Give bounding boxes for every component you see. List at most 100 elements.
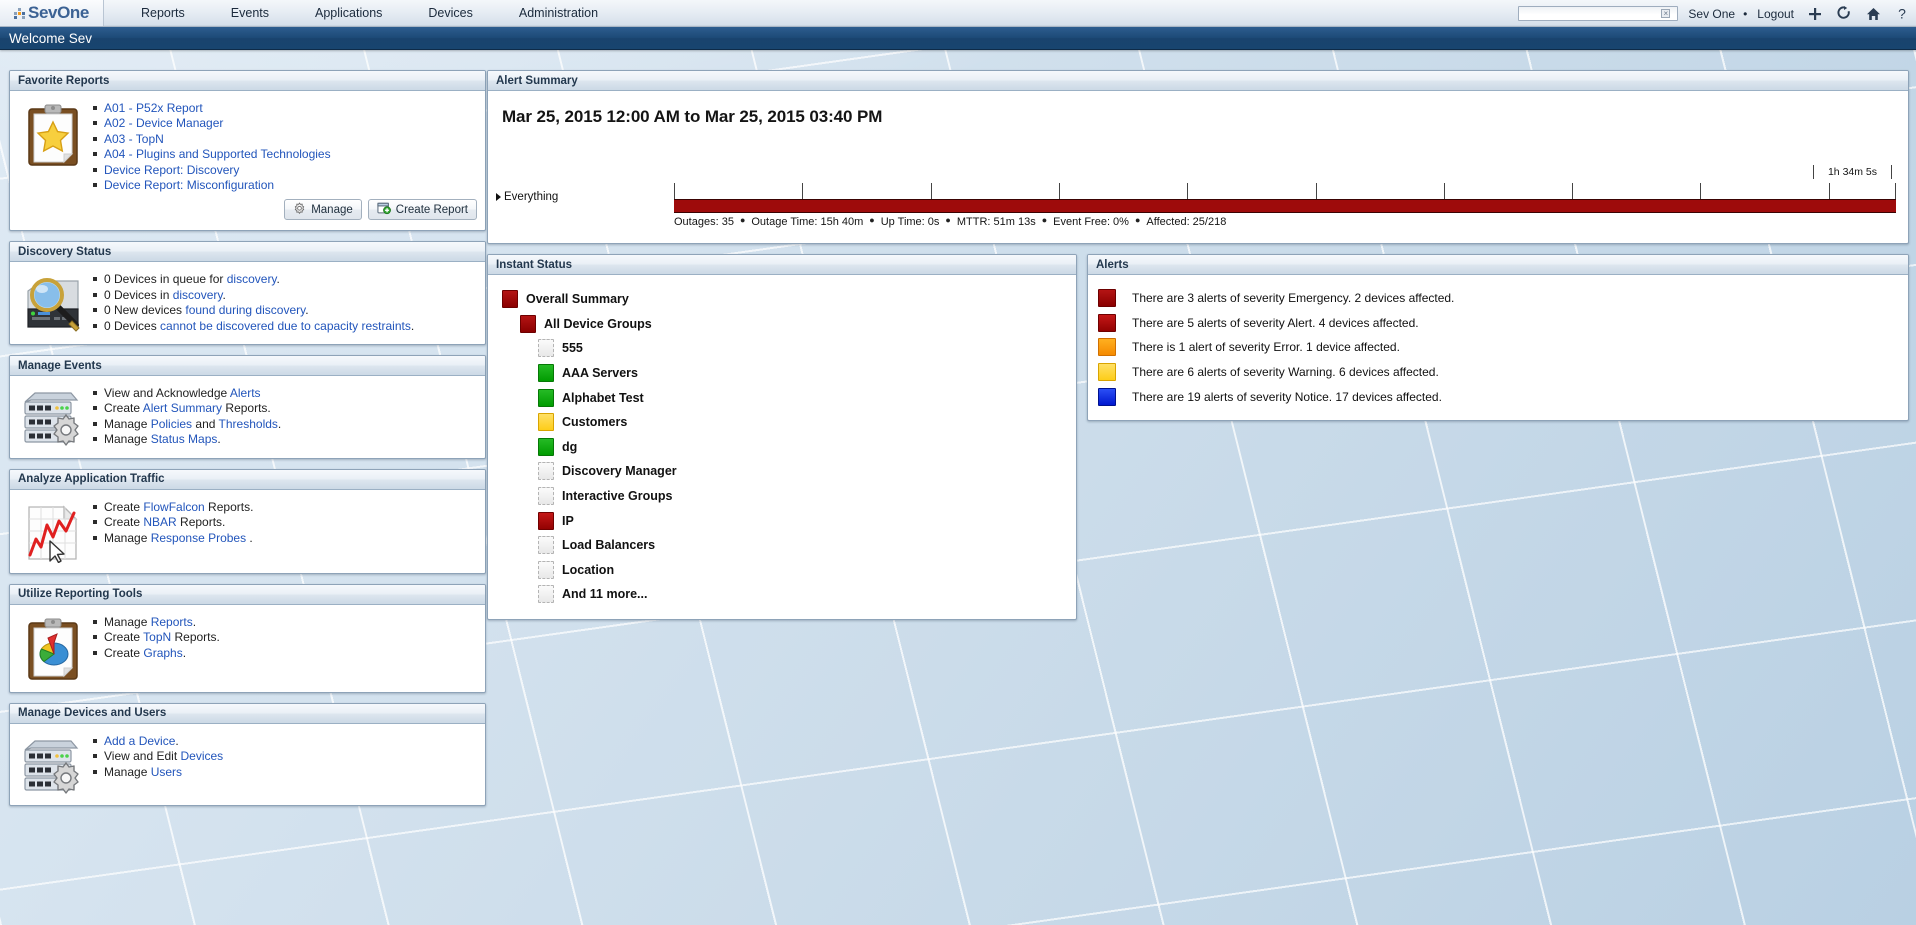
favorite-report-link[interactable]: Device Report: Misconfiguration xyxy=(104,178,274,192)
panel-analyze-application-traffic: Analyze Application Traffic Create FlowF… xyxy=(9,468,486,574)
instant-status-row[interactable]: Alphabet Test xyxy=(498,385,1068,410)
panel-title-favorite-reports: Favorite Reports xyxy=(10,71,485,91)
list-item[interactable]: A01 - P52x Report xyxy=(92,101,477,116)
add-icon[interactable] xyxy=(1807,5,1823,23)
discovery-link[interactable]: discovery xyxy=(173,288,223,302)
text: Create xyxy=(104,630,144,645)
instant-status-row[interactable]: Overall Summary xyxy=(498,287,1068,312)
reports-link[interactable]: Reports xyxy=(151,615,193,629)
devices-link[interactable]: Devices xyxy=(181,749,224,763)
search-clear-icon[interactable]: × xyxy=(1661,9,1671,18)
nav-applications[interactable]: Applications xyxy=(292,0,405,26)
favorite-report-link[interactable]: Device Report: Discovery xyxy=(104,163,239,177)
instant-status-row[interactable]: IP xyxy=(498,508,1068,533)
text: Create xyxy=(104,499,144,514)
home-icon[interactable] xyxy=(1865,5,1881,23)
instant-status-row[interactable]: Interactive Groups xyxy=(498,484,1068,509)
favorite-report-link[interactable]: A02 - Device Manager xyxy=(104,116,223,130)
instant-status-row[interactable]: 555 xyxy=(498,336,1068,361)
instant-status-label: All Device Groups xyxy=(544,316,652,331)
sevone-logo[interactable]: Sev One xyxy=(0,0,104,26)
create-report-button[interactable]: Create Report xyxy=(367,199,477,221)
topn-link[interactable]: TopN xyxy=(143,630,171,644)
favorite-report-link[interactable]: A03 - TopN xyxy=(104,132,164,146)
instant-status-row-more[interactable]: And 11 more... xyxy=(498,582,1068,607)
manage-button[interactable]: Manage xyxy=(284,199,362,221)
thresholds-link[interactable]: Thresholds xyxy=(219,417,278,431)
users-link[interactable]: Users xyxy=(151,765,182,779)
instant-status-row[interactable]: Customers xyxy=(498,410,1068,435)
axis-tick xyxy=(1828,183,1830,199)
discovery-link[interactable]: discovery xyxy=(227,272,277,286)
severity-swatch-warning xyxy=(1098,363,1116,382)
nav-events[interactable]: Events xyxy=(208,0,292,26)
favorite-report-link[interactable]: A01 - P52x Report xyxy=(104,101,203,115)
status-swatch-yellow xyxy=(538,413,554,432)
nav-administration[interactable]: Administration xyxy=(496,0,621,26)
instant-status-row[interactable]: AAA Servers xyxy=(498,361,1068,386)
alert-summary-link[interactable]: Alert Summary xyxy=(143,401,222,415)
list-item[interactable]: A03 - TopN xyxy=(92,132,477,147)
list-item: Create FlowFalcon Reports. xyxy=(92,500,477,515)
status-maps-link[interactable]: Status Maps xyxy=(151,432,218,446)
alert-row[interactable]: There are 5 alerts of severity Alert. 4 … xyxy=(1098,311,1900,336)
list-item[interactable]: Device Report: Discovery xyxy=(92,163,477,178)
logout-link[interactable]: Logout xyxy=(1757,7,1794,21)
refresh-icon[interactable] xyxy=(1836,5,1852,23)
alert-row[interactable]: There are 19 alerts of severity Notice. … xyxy=(1098,384,1900,409)
help-icon[interactable]: ? xyxy=(1894,5,1910,23)
flowfalcon-link[interactable]: FlowFalcon xyxy=(143,500,204,514)
stat-separator: ● xyxy=(1041,215,1048,225)
alert-row[interactable]: There are 3 alerts of severity Emergency… xyxy=(1098,286,1900,311)
manage-events-server-gear-icon xyxy=(18,386,88,447)
nav-reports[interactable]: Reports xyxy=(118,0,208,26)
text: Manage xyxy=(104,764,151,779)
discovery-link[interactable]: cannot be discovered due to capacity res… xyxy=(160,319,411,333)
discovery-magnifier-server-icon xyxy=(18,272,88,333)
axis-tick xyxy=(802,183,804,199)
list-item[interactable]: A02 - Device Manager xyxy=(92,116,477,131)
search-input[interactable] xyxy=(1519,7,1662,20)
instant-status-row[interactable]: All Device Groups xyxy=(498,312,1068,337)
dashboard-page: Favorite Reports A01 - P52x Report A02 -… xyxy=(0,50,1916,925)
search-box[interactable]: × xyxy=(1518,6,1679,21)
alert-summary-timeline: 1h 34m 5s Outages: 35 ● Outage Time: 15h… xyxy=(674,165,1896,228)
instant-status-row[interactable]: Load Balancers xyxy=(498,533,1068,558)
text: . xyxy=(192,614,197,629)
alert-summary-outage-bar[interactable] xyxy=(674,199,1896,213)
devices-users-server-gear-icon xyxy=(18,734,88,795)
alerts-link[interactable]: Alerts xyxy=(230,386,261,400)
list-item[interactable]: A04 - Plugins and Supported Technologies xyxy=(92,147,477,162)
instant-status-label: Alphabet Test xyxy=(562,390,644,405)
list-item[interactable]: Device Report: Misconfiguration xyxy=(92,178,477,193)
alert-summary-everything-row-toggle[interactable]: Everything xyxy=(496,191,558,203)
welcome-bar: Welcome Sev xyxy=(0,27,1916,50)
alert-row[interactable]: There are 6 alerts of severity Warning. … xyxy=(1098,360,1900,385)
list-item: 0 New devices found during discovery. xyxy=(92,303,477,318)
add-a-device-link[interactable]: Add a Device xyxy=(104,734,175,748)
response-probes-link[interactable]: Response Probes xyxy=(151,531,246,545)
alert-text: There are 3 alerts of severity Emergency… xyxy=(1132,291,1455,306)
graphs-link[interactable]: Graphs xyxy=(143,646,182,660)
text: Create xyxy=(104,401,143,416)
list-item: Manage Policies and Thresholds. xyxy=(92,417,477,432)
alert-summary-time-range: Mar 25, 2015 12:00 AM to Mar 25, 2015 03… xyxy=(502,107,883,126)
instant-status-label: Location xyxy=(562,562,615,577)
instant-status-row[interactable]: Location xyxy=(498,558,1068,583)
welcome-text: Welcome Sev xyxy=(9,30,93,46)
current-user-label[interactable]: Sev One xyxy=(1688,7,1735,21)
alert-row[interactable]: There is 1 alert of severity Error. 1 de… xyxy=(1098,335,1900,360)
nav-devices[interactable]: Devices xyxy=(405,0,495,26)
nbar-link[interactable]: NBAR xyxy=(143,515,176,529)
reporting-tools-list: Manage Reports. Create TopN Reports. Cre… xyxy=(88,615,477,661)
axis-tick xyxy=(1572,183,1574,199)
panel-body-manage-devices-and-users: Add a Device. View and Edit Devices Mana… xyxy=(10,724,485,805)
policies-link[interactable]: Policies xyxy=(151,417,192,431)
discovery-link[interactable]: found during discovery xyxy=(185,303,305,317)
instant-status-row[interactable]: Discovery Manager xyxy=(498,459,1068,484)
instant-status-row[interactable]: dg xyxy=(498,435,1068,460)
alert-text: There are 6 alerts of severity Warning. … xyxy=(1132,365,1439,380)
stat-separator: ● xyxy=(1134,215,1141,225)
list-item: View and Acknowledge Alerts xyxy=(92,386,477,401)
favorite-report-link[interactable]: A04 - Plugins and Supported Technologies xyxy=(104,147,331,161)
